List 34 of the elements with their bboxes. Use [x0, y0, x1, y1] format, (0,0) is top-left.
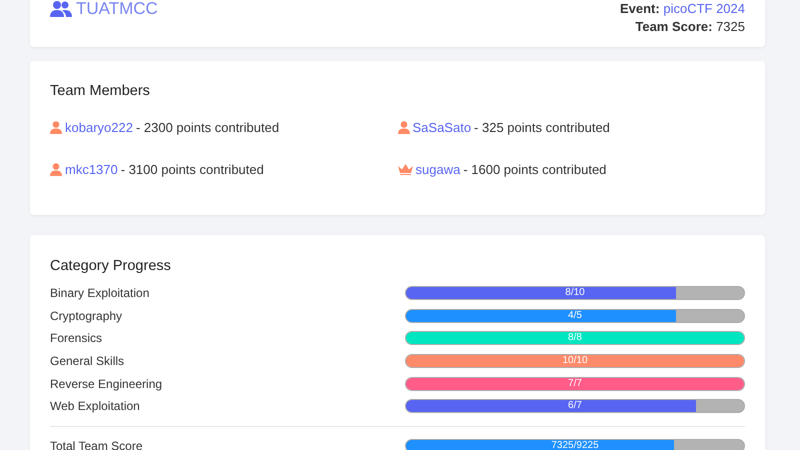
progress-label: 8/8 [567, 332, 583, 344]
progress-label: 7/7 [567, 378, 583, 390]
section-title: Category Progress [50, 258, 172, 274]
progress-label: 10/10 [561, 355, 589, 368]
progress-label: 7325/9225 [550, 440, 600, 450]
category-name: Web Exploitation [50, 399, 141, 414]
member-points: - 2300 points contributed [136, 120, 280, 134]
member-link[interactable]: mkc1370 [65, 162, 118, 176]
total-label: Total Team Score [50, 438, 144, 450]
category-name: Cryptography [50, 308, 124, 323]
score-value: 7325 [716, 19, 745, 34]
user-icon [398, 120, 410, 134]
event-label: Event: [620, 1, 660, 16]
member-points: - 3100 points contributed [120, 162, 264, 176]
category-name: General Skills [50, 354, 126, 368]
member-link[interactable]: kobaryo222 [65, 120, 133, 134]
users-icon [50, 0, 72, 18]
category-name: Binary Exploitation [50, 286, 150, 300]
section-title: Team Members [50, 83, 151, 99]
crown-icon [398, 164, 412, 174]
member-points: - 325 points contributed [474, 120, 610, 134]
team-name[interactable]: TUATMCC [76, 0, 158, 19]
member-link[interactable]: SaSaSato [412, 120, 472, 134]
event-link[interactable]: picoCTF 2024 [663, 1, 745, 16]
progress-label: 8/10 [564, 287, 586, 300]
score-label: Team Score: [635, 19, 712, 34]
user-icon [50, 162, 62, 176]
category-name: Forensics [50, 331, 104, 346]
member-points: - 1600 points contributed [463, 162, 606, 176]
member-link[interactable]: sugawa [416, 162, 460, 176]
user-icon [50, 120, 62, 134]
progress-label: 4/5 [567, 310, 583, 322]
progress-label: 6/7 [567, 400, 583, 412]
category-name: Reverse Engineering [50, 376, 164, 391]
